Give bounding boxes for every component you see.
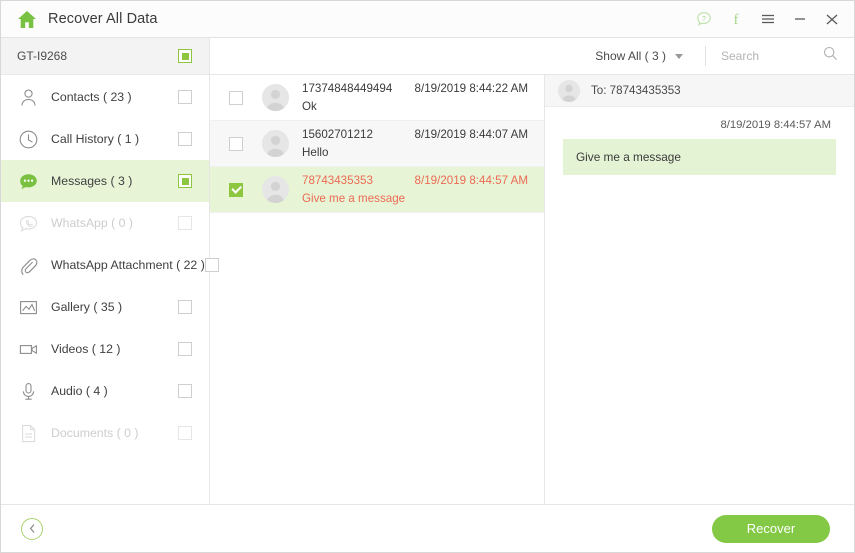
message-row-text: 78743435353 8/19/2019 8:44:57 AM Give me a… [302,174,534,205]
sidebar-item-label: Documents ( 0 ) [51,426,139,440]
svg-text:?: ? [702,16,706,23]
sidebar-item-checkbox[interactable] [178,90,192,104]
search-icon[interactable] [823,46,838,66]
message-list-row[interactable]: 17374848449494 8/19/2019 8:44:22 AM Ok [210,75,544,121]
message-row-text: 17374848449494 8/19/2019 8:44:22 AM Ok [302,82,534,113]
sidebar-item-label: WhatsApp Attachment ( 22 ) [51,258,205,272]
paperclip-icon [18,255,39,276]
message-row-preview: Give me a message [302,192,406,205]
message-list: 17374848449494 8/19/2019 8:44:22 AM Ok 1560… [210,75,545,504]
search-input[interactable] [721,49,821,63]
sidebar-item-messages[interactable]: Messages ( 3 ) [1,160,209,202]
message-row-time: 8/19/2019 8:44:57 AM [414,174,528,187]
show-all-label: Show All ( 3 ) [595,49,666,63]
message-list-row[interactable]: 78743435353 8/19/2019 8:44:57 AM Give me a… [210,167,544,213]
message-row-checkbox[interactable] [229,136,243,151]
title-bar-left: Recover All Data [17,10,158,29]
close-icon[interactable] [823,11,840,28]
menu-icon[interactable] [759,11,776,28]
sidebar-item-checkbox[interactable] [178,132,192,146]
sidebar-item-checkbox [178,426,192,440]
footer-bar: Recover [1,504,854,552]
application-window: Recover All Data ? f GT-I9268 Contacts (… [0,0,855,553]
video-icon [18,339,39,360]
message-row-number: 15602701212 [302,128,373,141]
message-row-time: 8/19/2019 8:44:22 AM [414,82,528,95]
sidebar-item-label: Call History ( 1 ) [51,132,140,146]
sidebar-item-checkbox[interactable] [178,174,192,188]
main-body: GT-I9268 Contacts ( 23 ) Call History ( 1… [1,38,854,504]
message-row-header: 15602701212 8/19/2019 8:44:07 AM [302,128,534,141]
message-row-header: 17374848449494 8/19/2019 8:44:22 AM [302,82,534,95]
message-icon [18,171,39,192]
message-row-number: 78743435353 [302,174,373,187]
avatar [262,84,289,111]
minimize-icon[interactable] [791,11,808,28]
sidebar-item-checkbox[interactable] [178,342,192,356]
message-row-checkbox[interactable] [229,90,243,105]
detail-header: To: 78743435353 [545,75,854,107]
page-title: Recover All Data [48,11,158,27]
home-icon [17,10,37,29]
device-name: GT-I9268 [17,49,68,63]
sidebar-item-label: Messages ( 3 ) [51,174,133,188]
person-icon [18,87,39,108]
message-row-number: 17374848449494 [302,82,393,95]
microphone-icon [18,381,39,402]
message-row-time: 8/19/2019 8:44:07 AM [414,128,528,141]
detail-message-body: 8/19/2019 8:44:57 AM Give me a message [545,107,854,504]
document-icon [18,423,39,444]
sidebar-item-gallery[interactable]: Gallery ( 35 ) [1,286,209,328]
sidebar-item-checkbox[interactable] [178,300,192,314]
message-row-text: 15602701212 8/19/2019 8:44:07 AM Hello [302,128,534,159]
show-all-dropdown[interactable]: Show All ( 3 ) [595,49,683,63]
sidebar-item-label: WhatsApp ( 0 ) [51,216,134,230]
sidebar-item-audio[interactable]: Audio ( 4 ) [1,370,209,412]
chevron-down-icon [675,53,683,59]
back-button[interactable] [21,517,43,540]
svg-text:f: f [733,12,738,27]
clock-icon [18,129,39,150]
content-area: Show All ( 3 ) 173748484494948/19/2019 8 [210,38,854,504]
sidebar-item-whatsapp: WhatsApp ( 0 ) [1,202,209,244]
sidebar-item-whatsapp-attachment[interactable]: WhatsApp Attachment ( 22 ) [1,244,219,286]
title-bar: Recover All Data ? f [1,1,854,38]
content-toolbar: Show All ( 3 ) [210,38,854,75]
sidebar-item-checkbox [178,216,192,230]
message-row-preview: Ok [302,100,317,113]
sidebar-item-label: Audio ( 4 ) [51,384,108,398]
message-row-preview: Hello [302,146,329,159]
search-box [705,46,838,66]
sidebar-nav: Contacts ( 23 ) Call History ( 1 ) Message… [1,75,219,454]
message-row-checkbox[interactable] [229,182,243,197]
sidebar: GT-I9268 Contacts ( 23 ) Call History ( 1… [1,38,219,504]
sidebar-item-contacts[interactable]: Contacts ( 23 ) [1,76,209,118]
message-row-header: 78743435353 8/19/2019 8:44:57 AM [302,174,534,187]
detail-message-bubble: Give me a message [563,139,836,175]
recover-button[interactable]: Recover [712,514,830,543]
image-icon [18,297,39,318]
detail-message-time: 8/19/2019 8:44:57 AM [720,119,831,131]
sidebar-item-call-history[interactable]: Call History ( 1 ) [1,118,209,160]
message-list-row[interactable]: 15602701212 8/19/2019 8:44:07 AM Hello [210,121,544,167]
sidebar-item-documents: Documents ( 0 ) [1,412,209,454]
help-icon[interactable]: ? [695,11,712,28]
device-row[interactable]: GT-I9268 [1,38,209,75]
panes: 17374848449494 8/19/2019 8:44:22 AM Ok 1560… [210,75,854,504]
sidebar-item-checkbox[interactable] [178,384,192,398]
avatar [262,130,289,157]
sidebar-item-videos[interactable]: Videos ( 12 ) [1,328,209,370]
detail-to-label: To: 78743435353 [591,84,681,97]
sidebar-item-label: Gallery ( 35 ) [51,300,123,314]
facebook-icon[interactable]: f [727,11,744,28]
window-controls: ? f [695,11,840,28]
sidebar-item-label: Contacts ( 23 ) [51,90,132,104]
device-checkbox[interactable] [178,49,192,63]
whatsapp-icon [18,213,39,234]
message-detail-pane: To: 78743435353 8/19/2019 8:44:57 AM Give… [545,75,854,504]
avatar [558,79,580,102]
sidebar-item-label: Videos ( 12 ) [51,342,121,356]
avatar [262,176,289,203]
